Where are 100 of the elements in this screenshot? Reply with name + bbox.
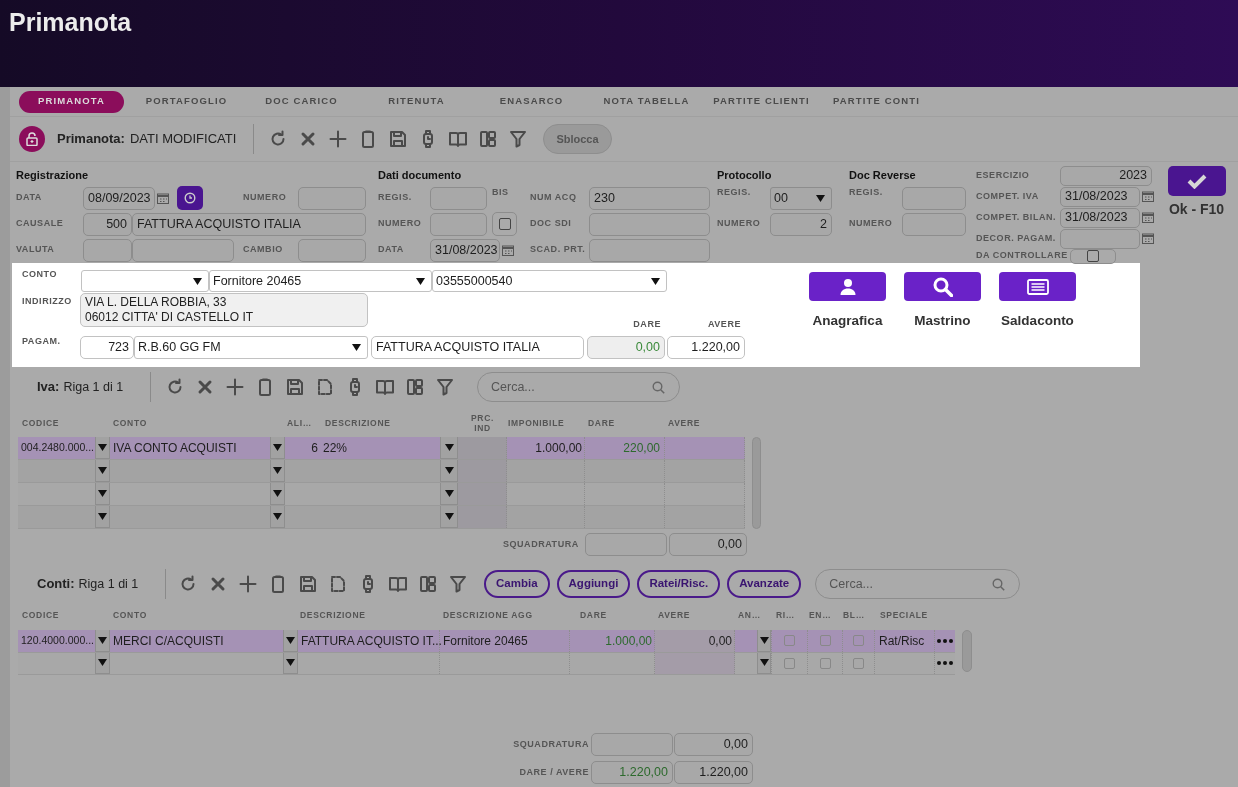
padlock-button[interactable] [19, 126, 45, 152]
more-icon[interactable] [937, 661, 953, 666]
text-field[interactable] [589, 238, 710, 262]
checkbox[interactable] [853, 657, 864, 669]
dropdown-button[interactable] [440, 483, 458, 505]
text-field[interactable] [132, 238, 234, 262]
calendar-icon[interactable] [1142, 212, 1154, 223]
document-icon[interactable] [315, 377, 335, 397]
search-icon[interactable] [992, 577, 1006, 591]
document-icon[interactable] [328, 574, 348, 594]
dropdown-button[interactable] [270, 437, 285, 459]
action-button[interactable] [904, 272, 981, 301]
dropdown-button[interactable] [283, 630, 298, 652]
text-field[interactable] [591, 733, 673, 756]
dropdown-button[interactable] [283, 652, 298, 674]
tab[interactable]: NOTA TABELLA [594, 90, 699, 113]
text-field[interactable]: 0,00 [674, 733, 753, 756]
calendar-icon[interactable] [1142, 233, 1154, 244]
dropdown-button[interactable] [95, 437, 110, 459]
text-field[interactable]: FATTURA ACQUISTO ITALIA [132, 212, 366, 236]
scrollbar[interactable] [752, 437, 761, 529]
action-button[interactable] [999, 272, 1076, 301]
layout-icon[interactable] [418, 574, 438, 594]
dropdown-button[interactable] [95, 483, 110, 505]
checkbox[interactable] [784, 657, 795, 669]
time-button[interactable] [177, 186, 203, 210]
calendar-icon[interactable] [1142, 191, 1154, 202]
dropdown[interactable]: 03555000540 [432, 270, 667, 292]
tab[interactable]: ENASARCO [479, 90, 584, 113]
ok-button[interactable] [1167, 166, 1226, 196]
calendar-icon[interactable] [157, 192, 169, 204]
text-field[interactable] [902, 186, 966, 210]
text-field[interactable]: FATTURA ACQUISTO ITALIA [371, 335, 584, 359]
dropdown[interactable]: 00 [770, 186, 832, 210]
text-field[interactable]: 0,00 [669, 533, 747, 556]
text-field[interactable]: 31/08/2023 [430, 238, 500, 262]
book-icon[interactable] [375, 377, 395, 397]
tab[interactable]: PORTAFOGLIO [134, 90, 239, 113]
dropdown-button[interactable] [440, 506, 458, 528]
filter-icon[interactable] [508, 129, 528, 149]
search-field[interactable]: Cerca... [815, 569, 1021, 599]
checkbox[interactable] [819, 657, 831, 669]
tab[interactable]: PARTITE CLIENTI [709, 90, 814, 113]
text-field[interactable]: 500 [83, 212, 132, 236]
text-field[interactable]: 0,00 [587, 335, 665, 359]
scrollbar[interactable] [962, 630, 972, 672]
action-button[interactable] [809, 272, 886, 301]
calendar-icon[interactable] [502, 244, 514, 256]
dropdown[interactable]: R.B.60 GG FM [134, 335, 368, 359]
dropdown-button[interactable] [95, 506, 110, 528]
checkbox[interactable] [819, 635, 831, 647]
text-field[interactable] [1060, 228, 1140, 249]
text-field[interactable] [83, 238, 132, 262]
tab[interactable]: RITENUTA [364, 90, 469, 113]
tab[interactable]: PRIMANOTA [19, 90, 124, 113]
address-field[interactable]: VIA L. DELLA ROBBIA, 33 06012 CITTA' DI CASTELLO IT [80, 293, 368, 327]
pill-button[interactable]: Ratei/Risc. [637, 570, 721, 598]
table-row[interactable]: 004.2480.000... IVA CONTO ACQUISTI 6 22% 1.000,00 220,00 [18, 437, 745, 460]
more-icon[interactable] [937, 638, 953, 643]
dropdown-button[interactable] [440, 437, 458, 459]
text-field[interactable]: 2 [770, 212, 832, 236]
search-icon[interactable] [652, 380, 665, 394]
layout-icon[interactable] [478, 129, 498, 149]
book-icon[interactable] [388, 574, 408, 594]
dropdown-button[interactable] [95, 460, 110, 482]
pill-button[interactable]: Aggiungi [556, 570, 631, 598]
book-icon[interactable] [448, 129, 468, 149]
plus-icon[interactable] [238, 574, 258, 594]
text-field[interactable]: 723 [80, 335, 134, 359]
dropdown[interactable]: Fornitore 20465 [209, 270, 432, 292]
text-field[interactable]: 31/08/2023 [1060, 186, 1140, 207]
text-field[interactable] [585, 533, 667, 556]
text-field[interactable] [430, 186, 487, 210]
checkbox-field[interactable] [1070, 248, 1116, 264]
text-field[interactable] [298, 186, 366, 210]
layout-icon[interactable] [405, 377, 425, 397]
dropdown-button[interactable] [757, 630, 771, 652]
filter-icon[interactable] [448, 574, 468, 594]
dropdown-button[interactable] [270, 506, 285, 528]
plus-icon[interactable] [225, 377, 245, 397]
checkbox[interactable] [784, 635, 795, 647]
text-field[interactable]: 2023 [1060, 165, 1152, 186]
search-field[interactable]: Cerca... [477, 372, 680, 402]
table-row[interactable]: 120.4000.000... MERCI C/ACQUISTI FATTURA ACQUISTO IT...Fornitore 20465 1.000,00 0,00 Rat/Risc [18, 630, 955, 653]
dropdown-button[interactable] [95, 630, 110, 652]
pill-button[interactable]: Avanzate [727, 570, 802, 598]
dropdown-button[interactable] [95, 652, 110, 674]
text-field[interactable]: 230 [589, 186, 710, 210]
text-field[interactable] [902, 212, 966, 236]
tab[interactable]: DOC CARICO [249, 90, 354, 113]
text-field[interactable]: 31/08/2023 [1060, 207, 1140, 228]
text-field[interactable] [430, 212, 487, 236]
checkbox[interactable] [1087, 250, 1099, 262]
checkbox[interactable] [498, 218, 511, 230]
text-field[interactable]: 08/09/2023 [83, 186, 155, 210]
text-field[interactable]: 1.220,00 [674, 761, 753, 784]
filter-icon[interactable] [435, 377, 455, 397]
text-field[interactable] [298, 238, 366, 262]
dropdown-button[interactable] [270, 483, 285, 505]
dropdown-button[interactable] [757, 652, 771, 674]
